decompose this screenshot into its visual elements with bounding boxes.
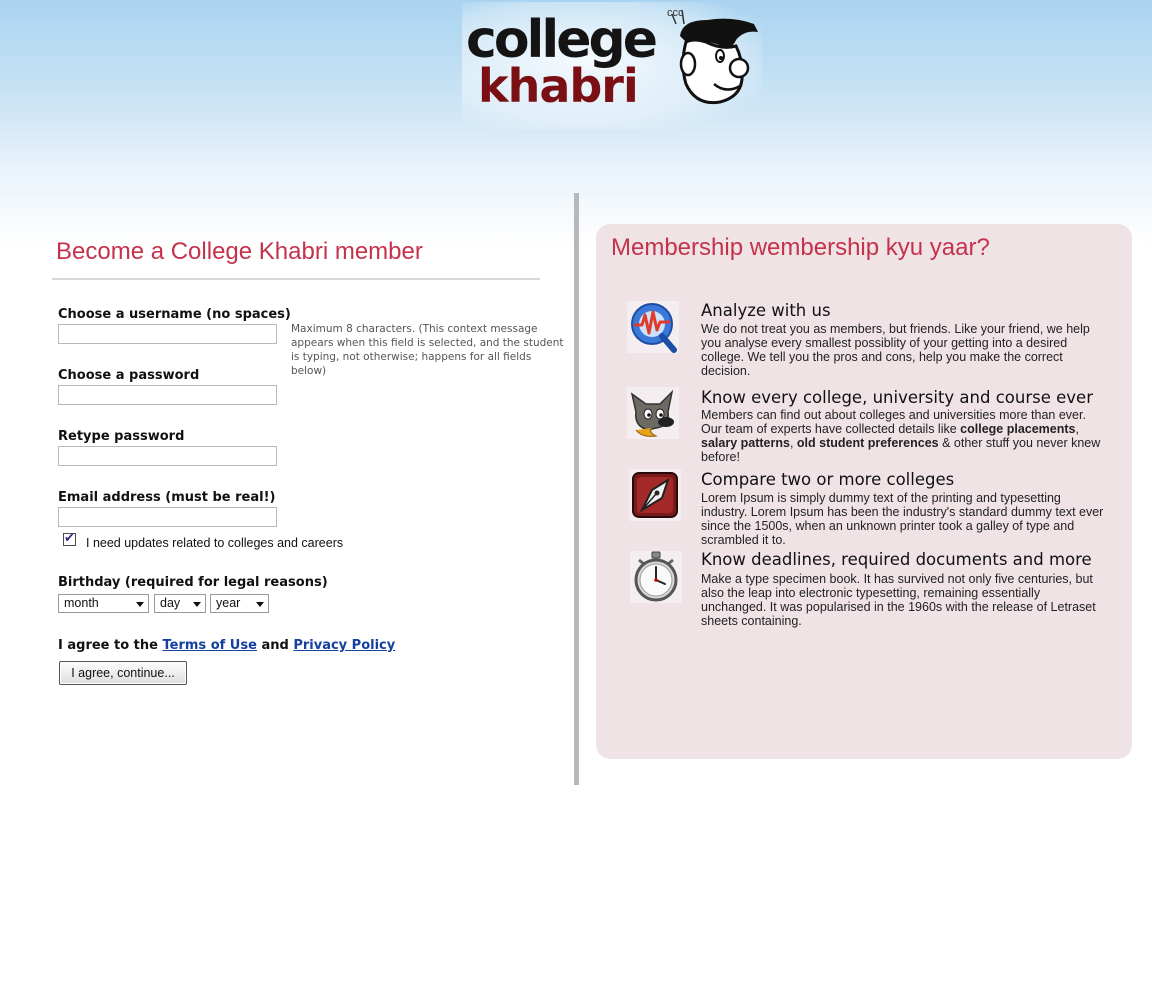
birth-day-value: day [160,596,181,610]
email-input[interactable] [58,507,277,527]
birthday-label: Birthday (required for legal reasons) [58,575,328,590]
dropdown-arrow-icon [256,602,264,607]
agree-continue-button[interactable]: I agree, continue... [59,661,187,685]
separator: , [789,436,794,450]
updates-checkbox[interactable]: ✔ [63,530,76,546]
feature-compare-title: Compare two or more colleges [701,470,955,489]
cartoon-mascot-icon: ccc [667,7,758,105]
birth-month-select[interactable]: month [58,594,149,613]
logo-word-khabri: khabri [478,59,639,113]
birth-year-value: year [216,596,241,610]
agree-and: and [261,638,289,653]
signup-title: Become a College Khabri member [56,238,423,265]
site-logo[interactable]: college khabri ccc [462,2,762,130]
separator: , [1075,422,1079,436]
feature-know-colleges-title: Know every college, university and cours… [701,388,1093,407]
terms-of-use-link[interactable]: Terms of Use [163,638,257,653]
dropdown-arrow-icon [136,602,144,607]
retype-password-label: Retype password [58,429,185,444]
updates-checkbox-label[interactable]: I need updates related to colleges and c… [86,536,343,550]
pen-nib-icon [629,469,681,521]
birth-year-select[interactable]: year [210,594,269,613]
privacy-policy-link[interactable]: Privacy Policy [293,638,395,653]
highlight-old-student-preferences: old student preferences [796,436,939,450]
feature-analyze-title: Analyze with us [701,301,831,320]
analyze-q-icon [627,301,679,353]
checkmark-icon: ✔ [64,530,75,545]
feature-deadlines-title: Know deadlines, required documents and m… [701,550,1092,569]
stopwatch-icon [630,551,682,603]
column-divider [574,193,579,785]
birth-day-select[interactable]: day [154,594,206,613]
retype-password-input[interactable] [58,446,277,466]
agree-prefix: I agree to the [58,638,158,653]
feature-compare-desc: Lorem Ipsum is simply dummy text of the … [701,491,1104,547]
email-label: Email address (must be real!) [58,490,276,505]
panel-title: Membership wembership kyu yaar? [611,234,990,261]
username-hint: Maximum 8 characters. (This context mess… [291,323,564,377]
terms-agreement: I agree to the Terms of Use and Privacy … [58,638,395,653]
logo-sound-text: ccc [667,7,684,19]
feature-deadlines-desc: Make a type specimen book. It has surviv… [701,572,1096,628]
username-label: Choose a username (no spaces) [58,307,291,322]
dropdown-arrow-icon [193,602,201,607]
highlight-college-placements: college placements [960,422,1076,436]
password-label: Choose a password [58,368,200,383]
username-input[interactable] [58,324,277,344]
password-input[interactable] [58,385,277,405]
feature-know-colleges-desc: Members can find out about colleges and … [701,408,1106,464]
wolf-mascot-icon [627,387,679,439]
highlight-salary-patterns: salary patterns [701,436,790,450]
birth-month-value: month [64,596,99,610]
feature-analyze-desc: We do not treat you as members, but frie… [701,322,1090,378]
title-underline [52,278,540,280]
